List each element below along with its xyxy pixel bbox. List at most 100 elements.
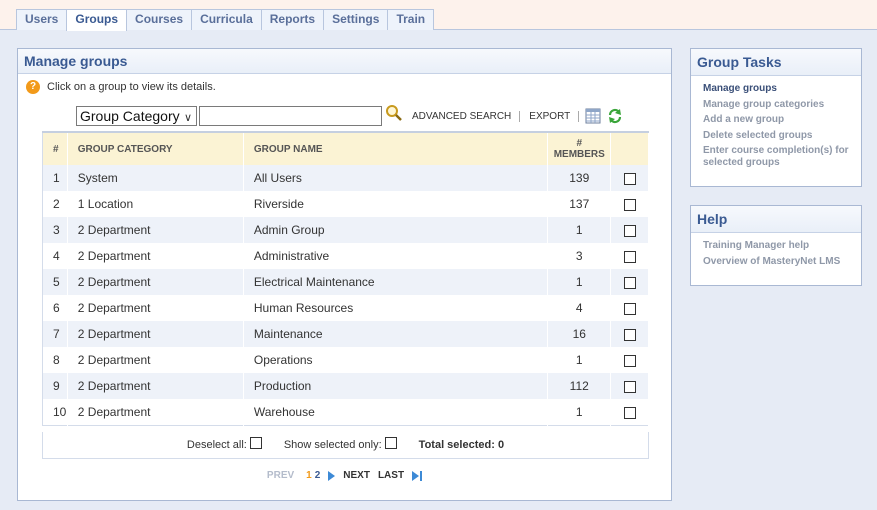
column-header-group-category[interactable]: GROUP CATEGORY	[67, 132, 244, 165]
row-checkbox[interactable]	[623, 250, 636, 263]
tab-reports[interactable]: Reports	[260, 9, 325, 30]
row-group-name[interactable]: Admin Group	[243, 217, 549, 243]
table-row[interactable]: 5 2 Department Electrical Maintenance 1	[42, 269, 649, 295]
table-row[interactable]: 1 System All Users 139	[42, 165, 649, 191]
row-num: 6	[42, 295, 68, 321]
spreadsheet-icon[interactable]	[585, 108, 601, 124]
row-checkbox[interactable]	[623, 328, 636, 341]
row-members: 139	[547, 165, 612, 191]
page-title: Manage groups	[18, 49, 671, 74]
row-category: 2 Department	[67, 217, 244, 243]
table-row[interactable]: 7 2 Department Maintenance 16	[42, 321, 649, 347]
export-link[interactable]: EXPORT	[529, 111, 570, 122]
help-list: Training Manager help Overview of Master…	[691, 233, 861, 268]
pagination: PREV 1 2 NEXT LAST	[18, 470, 671, 481]
row-select-cell	[610, 165, 649, 191]
show-selected-only-label: Show selected only:	[283, 439, 382, 451]
tab-groups[interactable]: Groups	[66, 9, 128, 31]
table-row[interactable]: 3 2 Department Admin Group 1	[42, 217, 649, 243]
page-1-current: 1	[306, 470, 312, 481]
deselect-all-checkbox[interactable]	[249, 437, 262, 449]
row-checkbox[interactable]	[623, 302, 636, 315]
prev-link: PREV	[266, 470, 295, 481]
row-category: 2 Department	[67, 399, 244, 425]
table-row[interactable]: 9 2 Department Production 112	[42, 373, 649, 399]
group-tasks-list: Manage groups Manage group categories Ad…	[691, 76, 861, 169]
group-category-select[interactable]: Group Category ∨	[76, 106, 197, 126]
next-link[interactable]: NEXT	[343, 470, 370, 481]
column-header-group-name[interactable]: GROUP NAME	[243, 132, 549, 165]
last-link[interactable]: LAST	[378, 470, 404, 481]
help-training-manager[interactable]: Training Manager help	[703, 240, 861, 252]
row-select-cell	[610, 347, 649, 373]
hint-line: ? Click on a group to view its details.	[26, 80, 216, 94]
table-row[interactable]: 2 1 Location Riverside 137	[42, 191, 649, 217]
row-members: 1	[547, 269, 612, 295]
group-tasks-panel: Group Tasks Manage groups Manage group c…	[690, 48, 862, 187]
search-input[interactable]	[199, 106, 382, 126]
task-manage-groups[interactable]: Manage groups	[703, 83, 861, 95]
row-group-name[interactable]: Electrical Maintenance	[243, 269, 549, 295]
row-group-name[interactable]: Operations	[243, 347, 549, 373]
task-add-new-group[interactable]: Add a new group	[703, 114, 861, 126]
row-checkbox[interactable]	[623, 276, 636, 289]
row-group-name[interactable]: Maintenance	[243, 321, 549, 347]
row-category: 2 Department	[67, 243, 244, 269]
row-num: 5	[42, 269, 68, 295]
row-select-cell	[610, 373, 649, 399]
page-2-link[interactable]: 2	[315, 470, 321, 481]
advanced-search-link[interactable]: ADVANCED SEARCH	[412, 111, 511, 122]
row-group-name[interactable]: Production	[243, 373, 549, 399]
row-checkbox[interactable]	[623, 380, 636, 393]
help-overview-masterynet[interactable]: Overview of MasteryNet LMS	[703, 256, 861, 268]
row-checkbox[interactable]	[623, 172, 636, 185]
manage-groups-panel: Manage groups ? Click on a group to view…	[17, 48, 672, 501]
row-group-name[interactable]: All Users	[243, 165, 549, 191]
row-num: 4	[42, 243, 68, 269]
tab-users[interactable]: Users	[16, 9, 68, 30]
row-checkbox[interactable]	[623, 354, 636, 367]
row-num: 3	[42, 217, 68, 243]
refresh-icon[interactable]	[607, 108, 623, 124]
column-header-num[interactable]: #	[42, 132, 68, 165]
row-members: 1	[547, 347, 612, 373]
row-members: 16	[547, 321, 612, 347]
task-delete-selected-groups[interactable]: Delete selected groups	[703, 130, 861, 142]
row-members: 3	[547, 243, 612, 269]
total-selected-value: 0	[497, 439, 505, 451]
last-page-icon[interactable]	[412, 470, 423, 481]
row-members: 137	[547, 191, 612, 217]
show-selected-only-checkbox[interactable]	[384, 437, 397, 449]
row-num: 2	[42, 191, 68, 217]
row-checkbox[interactable]	[623, 198, 636, 211]
table-row[interactable]: 6 2 Department Human Resources 4	[42, 295, 649, 321]
row-group-name[interactable]: Administrative	[243, 243, 549, 269]
row-members: 1	[547, 217, 612, 243]
table-row[interactable]: 4 2 Department Administrative 3	[42, 243, 649, 269]
tab-train[interactable]: Train	[387, 9, 435, 30]
row-checkbox[interactable]	[623, 224, 636, 237]
question-icon: ?	[26, 80, 40, 94]
divider	[578, 110, 580, 122]
table-row[interactable]: 10 2 Department Warehouse 1	[42, 399, 649, 425]
next-arrow-icon[interactable]	[328, 470, 336, 481]
column-header-members[interactable]: # MEMBERS	[547, 132, 612, 165]
tab-curricula[interactable]: Curricula	[191, 9, 262, 30]
task-manage-group-categories[interactable]: Manage group categories	[703, 99, 861, 111]
row-category: 2 Department	[67, 347, 244, 373]
row-group-name[interactable]: Riverside	[243, 191, 549, 217]
row-group-name[interactable]: Warehouse	[243, 399, 549, 425]
row-group-name[interactable]: Human Resources	[243, 295, 549, 321]
main-tabs: Users Groups Courses Curricula Reports S…	[16, 9, 435, 31]
divider	[519, 110, 521, 122]
row-members: 4	[547, 295, 612, 321]
row-checkbox[interactable]	[623, 406, 636, 419]
total-selected-label: Total selected:	[418, 439, 495, 451]
tab-settings[interactable]: Settings	[323, 9, 389, 30]
table-row[interactable]: 8 2 Department Operations 1	[42, 347, 649, 373]
search-icon[interactable]	[385, 104, 403, 122]
row-category: 2 Department	[67, 321, 244, 347]
search-bar: Group Category ∨ ADVANCED SEARCH EXPORT	[76, 105, 623, 127]
tab-courses[interactable]: Courses	[126, 9, 193, 30]
task-enter-course-completions[interactable]: Enter course completion(s) for selected …	[703, 145, 861, 169]
